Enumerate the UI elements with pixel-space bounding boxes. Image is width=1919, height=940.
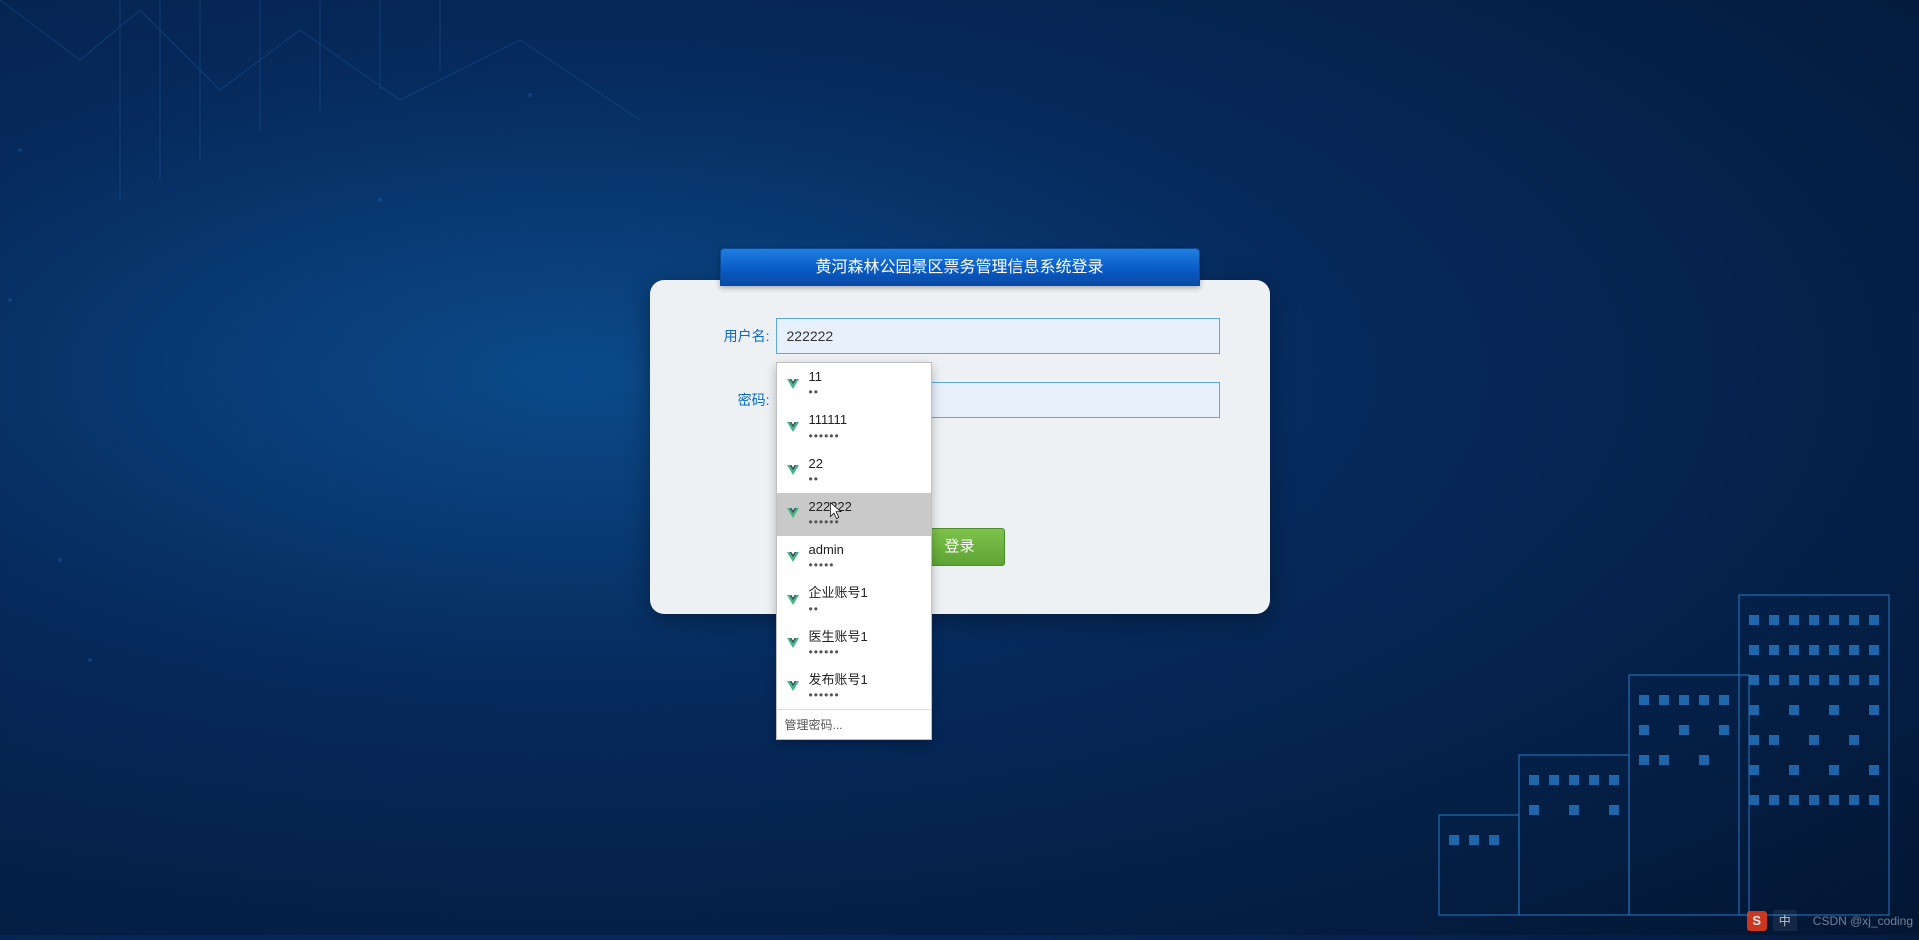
username-label: 用户名:: [700, 326, 770, 346]
autocomplete-password-mask: ••••••: [809, 515, 852, 530]
watermark-text: CSDN @xj_coding: [1813, 914, 1913, 928]
autocomplete-dropdown[interactable]: 11••111111••••••22••222222••••••admin•••…: [776, 362, 932, 740]
autocomplete-item[interactable]: 22••: [777, 450, 931, 493]
autocomplete-password-mask: ••: [809, 385, 823, 400]
autocomplete-list[interactable]: 11••111111••••••22••222222••••••admin•••…: [777, 363, 931, 709]
autocomplete-item[interactable]: 医生账号1••••••: [777, 623, 931, 666]
ime-language-indicator[interactable]: 中: [1773, 910, 1797, 931]
vue-icon: [785, 679, 801, 695]
autocomplete-password-mask: ••••••: [809, 645, 868, 660]
autocomplete-item[interactable]: admin•••••: [777, 536, 931, 579]
login-panel: 用户名: 11••111111••••••22••222222••••••adm…: [650, 280, 1270, 614]
autocomplete-username: 11: [809, 369, 823, 385]
vue-icon: [785, 463, 801, 479]
autocomplete-item[interactable]: 发布账号1••••••: [777, 666, 931, 709]
username-row: 用户名: 11••111111••••••22••222222••••••adm…: [700, 318, 1220, 354]
autocomplete-item[interactable]: 企业账号1••: [777, 579, 931, 622]
vue-icon: [785, 420, 801, 436]
login-container: 黄河森林公园景区票务管理信息系统登录 用户名: 11••111111••••••…: [650, 248, 1270, 614]
autocomplete-username: 发布账号1: [809, 672, 868, 688]
autocomplete-password-mask: •••••: [809, 558, 844, 573]
vue-icon: [785, 377, 801, 393]
autocomplete-username: 医生账号1: [809, 629, 868, 645]
autocomplete-item[interactable]: 111111••••••: [777, 406, 931, 449]
autocomplete-username: 22: [809, 456, 823, 472]
vue-icon: [785, 506, 801, 522]
buildings-decoration: [1399, 555, 1919, 935]
autocomplete-manage-passwords[interactable]: 管理密码...: [777, 709, 931, 739]
password-label: 密码:: [700, 390, 770, 410]
autocomplete-password-mask: ••: [809, 602, 868, 617]
username-input[interactable]: [776, 318, 1220, 354]
autocomplete-item[interactable]: 222222••••••: [777, 493, 931, 536]
autocomplete-password-mask: ••••••: [809, 429, 848, 444]
taskbar-area: S 中 CSDN @xj_coding: [1747, 910, 1913, 931]
autocomplete-username: 企业账号1: [809, 585, 868, 601]
autocomplete-username: admin: [809, 542, 844, 558]
vue-icon: [785, 593, 801, 609]
autocomplete-item[interactable]: 11••: [777, 363, 931, 406]
vue-icon: [785, 636, 801, 652]
ime-badge-icon[interactable]: S: [1747, 911, 1767, 931]
autocomplete-password-mask: ••••••: [809, 688, 868, 703]
autocomplete-password-mask: ••: [809, 472, 823, 487]
vue-icon: [785, 550, 801, 566]
autocomplete-username: 222222: [809, 499, 852, 515]
login-title: 黄河森林公园景区票务管理信息系统登录: [720, 248, 1200, 286]
autocomplete-username: 111111: [809, 412, 848, 428]
